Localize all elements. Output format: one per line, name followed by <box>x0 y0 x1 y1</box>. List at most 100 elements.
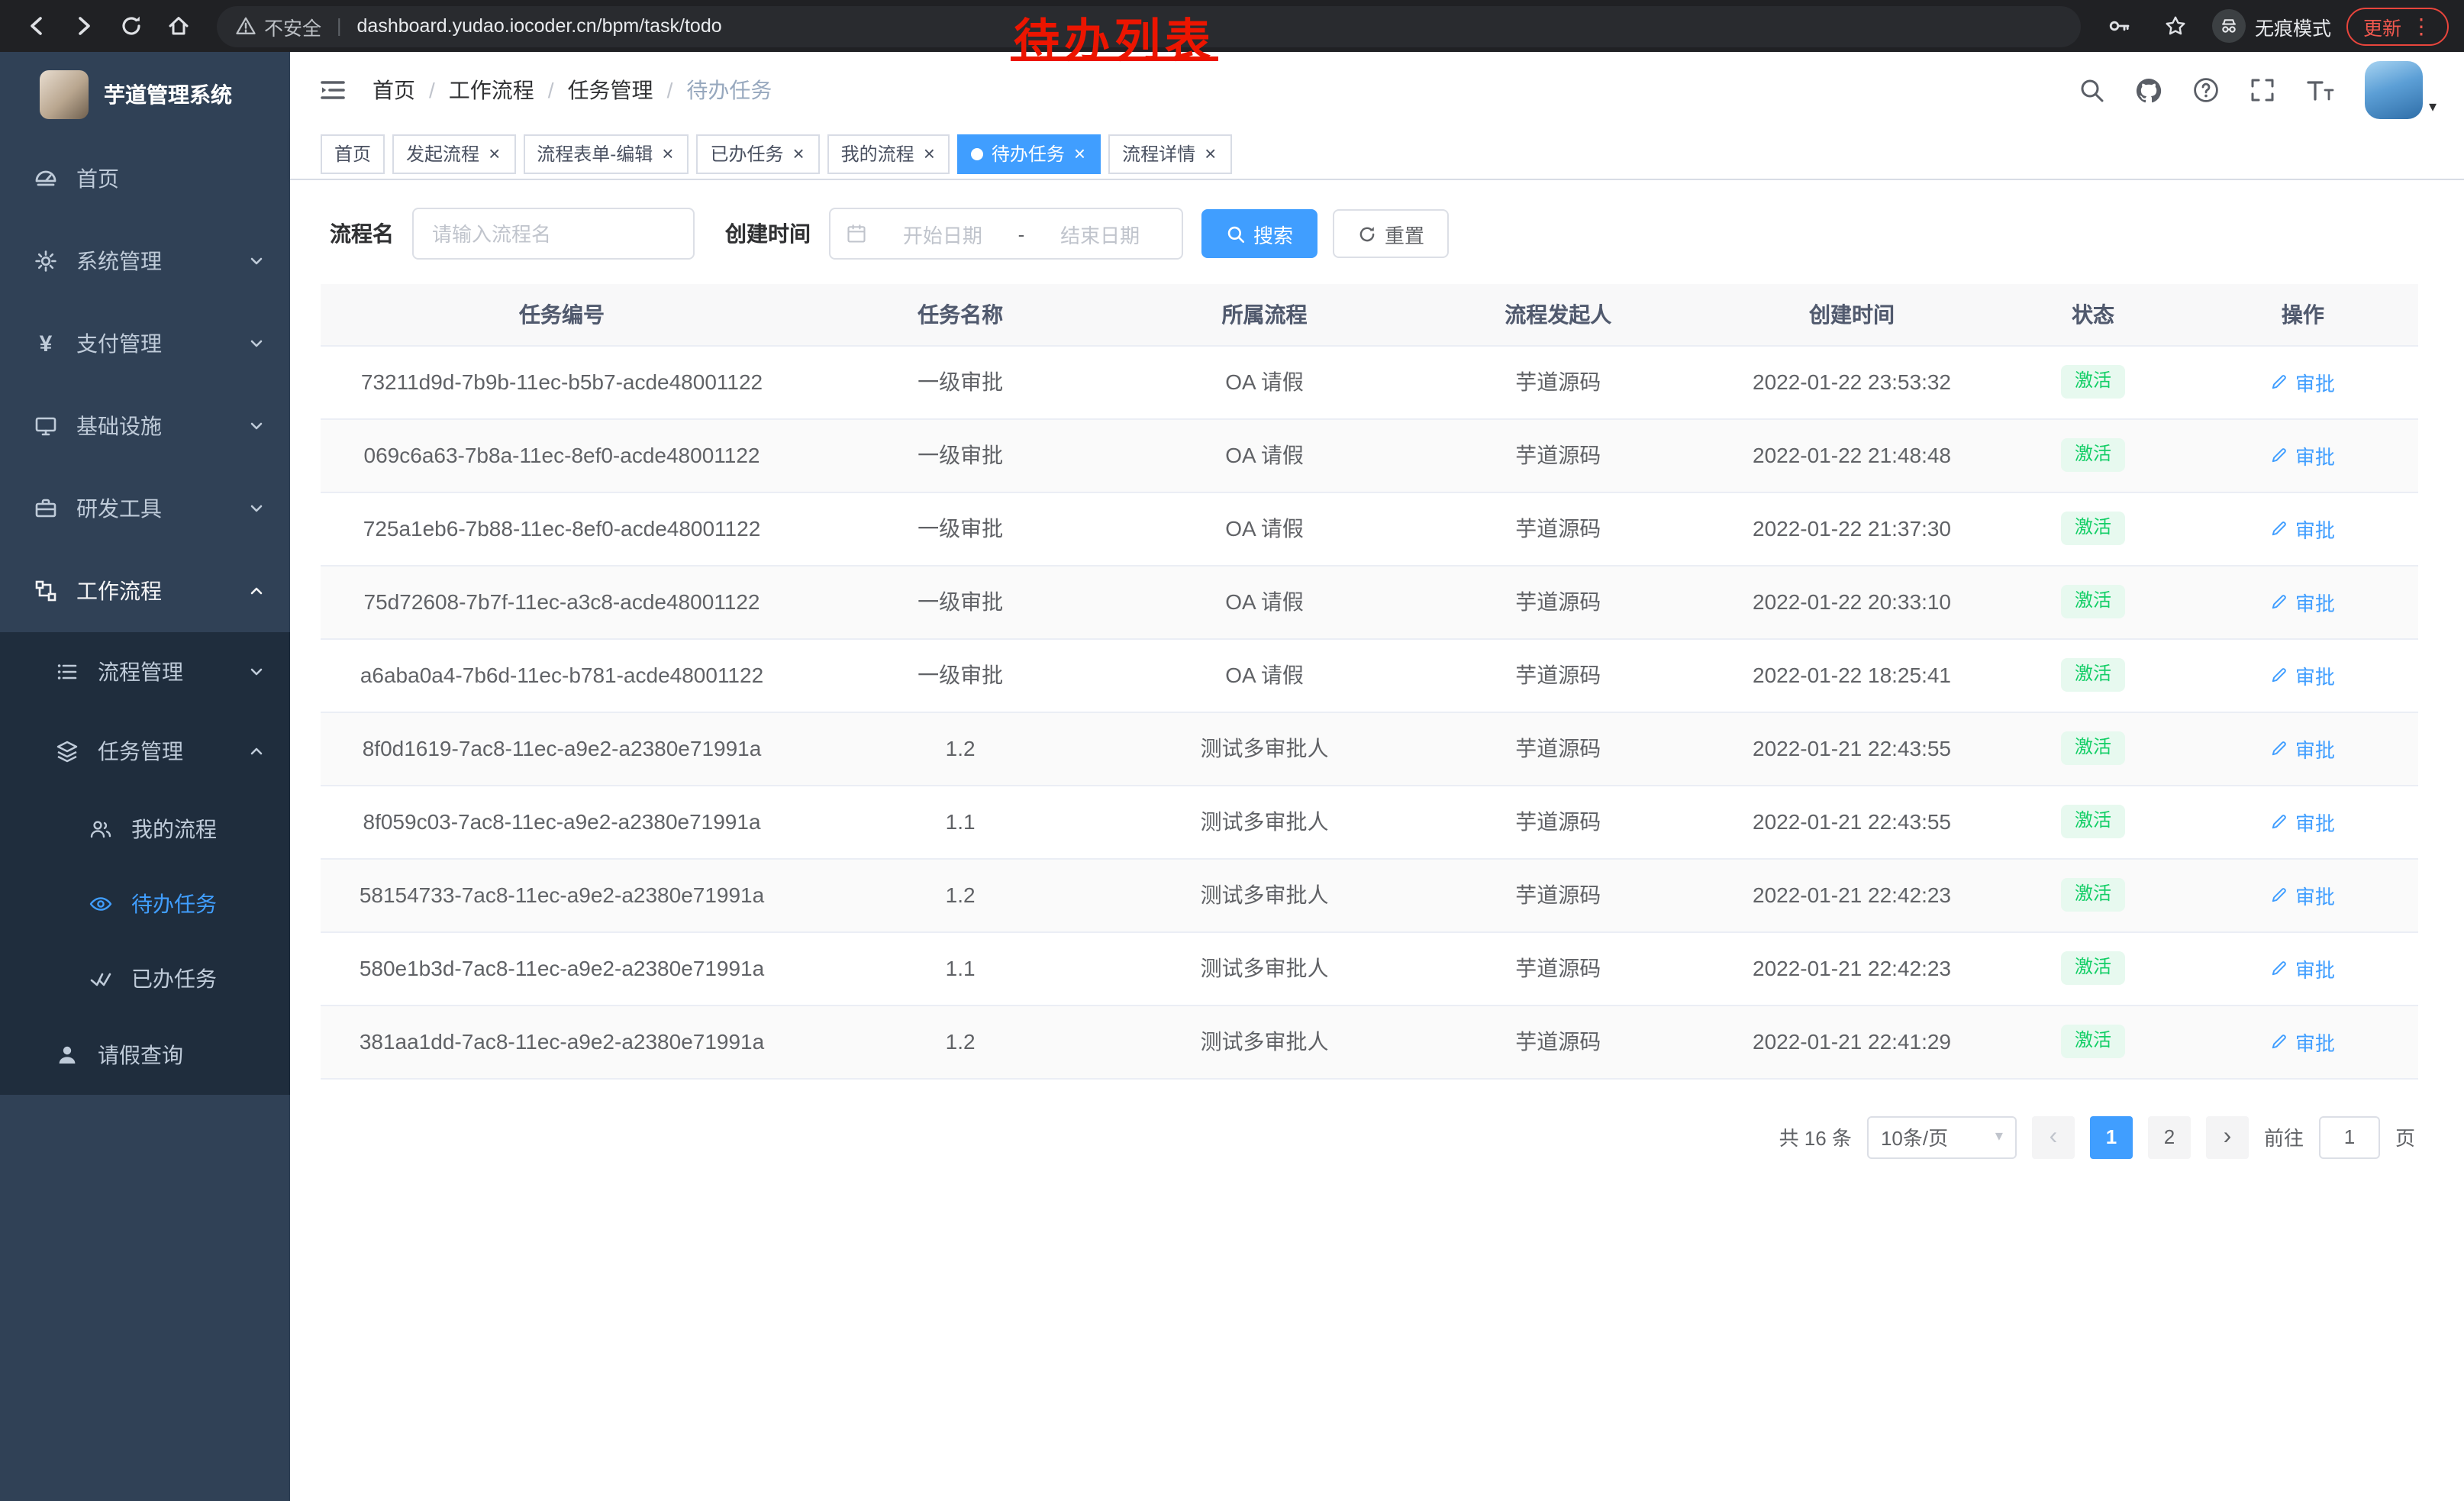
bookmark-star-button[interactable] <box>2156 5 2197 47</box>
edit-icon <box>2271 1032 2289 1051</box>
table-row: 725a1eb6-7b88-11ec-8ef0-acde48001122 一级审… <box>321 492 2418 565</box>
sidebar-item-home[interactable]: 首页 <box>0 137 290 220</box>
approve-link[interactable]: 审批 <box>2271 514 2335 543</box>
browser-menu-icon[interactable]: ⋮ <box>2411 13 2432 39</box>
goto-page-input[interactable] <box>2319 1115 2380 1158</box>
cell-task-id: 381aa1dd-7ac8-11ec-a9e2-a2380e71991a <box>321 1005 803 1078</box>
cell-task-name: 一级审批 <box>803 418 1118 492</box>
forward-button[interactable] <box>63 5 104 47</box>
search-button[interactable]: 搜索 <box>1201 209 1317 258</box>
home-button[interactable] <box>157 5 198 47</box>
approve-label: 审批 <box>2295 1027 2335 1056</box>
cell-task-name: 一级审批 <box>803 638 1118 712</box>
back-button[interactable] <box>15 5 56 47</box>
search-icon[interactable] <box>2078 76 2105 104</box>
status-badge: 激活 <box>2061 585 2125 618</box>
sidebar-item-todo-tasks[interactable]: 待办任务 <box>0 866 290 941</box>
next-page-button[interactable]: › <box>2206 1115 2249 1158</box>
approve-link[interactable]: 审批 <box>2271 954 2335 983</box>
status-badge: 激活 <box>2061 878 2125 911</box>
edit-icon <box>2271 812 2289 831</box>
breadcrumb-workflow[interactable]: 工作流程 <box>449 75 534 105</box>
sidebar-item-payment[interactable]: ¥ 支付管理 <box>0 302 290 385</box>
close-icon[interactable]: × <box>487 144 502 163</box>
approve-link[interactable]: 审批 <box>2271 367 2335 396</box>
tab-todo-tasks[interactable]: 待办任务 × <box>958 134 1101 173</box>
breadcrumb-home[interactable]: 首页 <box>373 75 415 105</box>
tab-start-process[interactable]: 发起流程 × <box>392 134 515 173</box>
close-icon[interactable]: × <box>1072 144 1087 163</box>
sidebar-item-label: 支付管理 <box>76 328 162 359</box>
sidebar-item-task-management[interactable]: 任务管理 <box>0 712 290 791</box>
tasks-icon <box>55 739 79 763</box>
approve-link[interactable]: 审批 <box>2271 807 2335 836</box>
close-icon[interactable]: × <box>1203 144 1217 163</box>
page-size-select[interactable]: 10条/页 ▾ <box>1867 1115 2017 1158</box>
cell-status: 激活 <box>1998 931 2187 1005</box>
github-icon[interactable] <box>2134 76 2163 105</box>
tab-done-tasks[interactable]: 已办任务 × <box>696 134 819 173</box>
reset-button[interactable]: 重置 <box>1333 209 1449 258</box>
page-button-2[interactable]: 2 <box>2148 1115 2191 1158</box>
reload-button[interactable] <box>110 5 151 47</box>
fullscreen-icon[interactable] <box>2249 76 2276 104</box>
app-title: 芋道管理系统 <box>104 79 232 110</box>
cell-status: 激活 <box>1998 712 2187 785</box>
app-logo[interactable]: 芋道管理系统 <box>0 52 290 137</box>
annotation-overlay: 待办列表 <box>1014 17 1215 67</box>
approve-link[interactable]: 审批 <box>2271 441 2335 470</box>
sidebar-item-infrastructure[interactable]: 基础设施 <box>0 385 290 467</box>
help-icon[interactable] <box>2192 76 2220 104</box>
start-date-placeholder[interactable]: 开始日期 <box>876 219 1009 248</box>
approve-link[interactable]: 审批 <box>2271 880 2335 909</box>
breadcrumb-task-management[interactable]: 任务管理 <box>568 75 653 105</box>
tab-label: 流程详情 <box>1122 140 1195 166</box>
main-area: 首页 / 工作流程 / 任务管理 / 待办任务 <box>290 52 2464 1501</box>
sidebar-item-done-tasks[interactable]: 已办任务 <box>0 941 290 1015</box>
table-row: 73211d9d-7b9b-11ec-b5b7-acde48001122 一级审… <box>321 345 2418 418</box>
tab-my-processes[interactable]: 我的流程 × <box>827 134 950 173</box>
prev-page-button[interactable]: ‹ <box>2032 1115 2075 1158</box>
approve-link[interactable]: 审批 <box>2271 734 2335 763</box>
page-button-1[interactable]: 1 <box>2090 1115 2133 1158</box>
avatar[interactable] <box>2365 61 2423 119</box>
cell-process: OA 请假 <box>1118 418 1411 492</box>
approve-link[interactable]: 审批 <box>2271 660 2335 689</box>
sidebar-item-process-management[interactable]: 流程管理 <box>0 632 290 712</box>
caret-down-icon: ▾ <box>2429 99 2437 119</box>
close-icon[interactable]: × <box>791 144 805 163</box>
approve-label: 审批 <box>2295 441 2335 470</box>
sidebar-item-system[interactable]: 系统管理 <box>0 220 290 302</box>
cell-status: 激活 <box>1998 638 2187 712</box>
close-icon[interactable]: × <box>922 144 937 163</box>
cell-task-name: 1.1 <box>803 931 1118 1005</box>
cell-process: 测试多审批人 <box>1118 785 1411 858</box>
password-key-button[interactable] <box>2099 5 2140 47</box>
tab-home[interactable]: 首页 <box>321 134 385 173</box>
cell-created: 2022-01-22 20:33:10 <box>1705 565 1999 638</box>
sidebar-item-label: 研发工具 <box>76 493 162 524</box>
sidebar-item-leave-query[interactable]: 请假查询 <box>0 1015 290 1095</box>
sidebar-item-label: 请假查询 <box>98 1040 183 1070</box>
approve-link[interactable]: 审批 <box>2271 1027 2335 1056</box>
end-date-placeholder[interactable]: 结束日期 <box>1034 219 1166 248</box>
font-size-icon[interactable] <box>2305 76 2336 104</box>
sidebar-item-workflow[interactable]: 工作流程 <box>0 550 290 632</box>
browser-update-button[interactable]: 更新 ⋮ <box>2346 7 2449 45</box>
tab-process-detail[interactable]: 流程详情 × <box>1108 134 1231 173</box>
security-indicator[interactable]: 不安全 <box>235 11 321 40</box>
goto-label: 前往 <box>2264 1122 2304 1151</box>
workflow-icon <box>34 579 58 603</box>
approve-link[interactable]: 审批 <box>2271 587 2335 616</box>
hamburger-icon[interactable] <box>318 75 348 105</box>
table-row: a6aba0a4-7b6d-11ec-b781-acde48001122 一级审… <box>321 638 2418 712</box>
process-name-input[interactable] <box>412 208 695 260</box>
tab-label: 首页 <box>334 140 371 166</box>
user-menu[interactable]: ▾ <box>2365 61 2437 119</box>
sidebar-item-my-processes[interactable]: 我的流程 <box>0 791 290 866</box>
tab-process-form-edit[interactable]: 流程表单-编辑 × <box>523 134 689 173</box>
date-range-picker[interactable]: 开始日期 - 结束日期 <box>829 208 1183 260</box>
table-row: 58154733-7ac8-11ec-a9e2-a2380e71991a 1.2… <box>321 858 2418 931</box>
sidebar-item-devtools[interactable]: 研发工具 <box>0 467 290 550</box>
close-icon[interactable]: × <box>660 144 675 163</box>
